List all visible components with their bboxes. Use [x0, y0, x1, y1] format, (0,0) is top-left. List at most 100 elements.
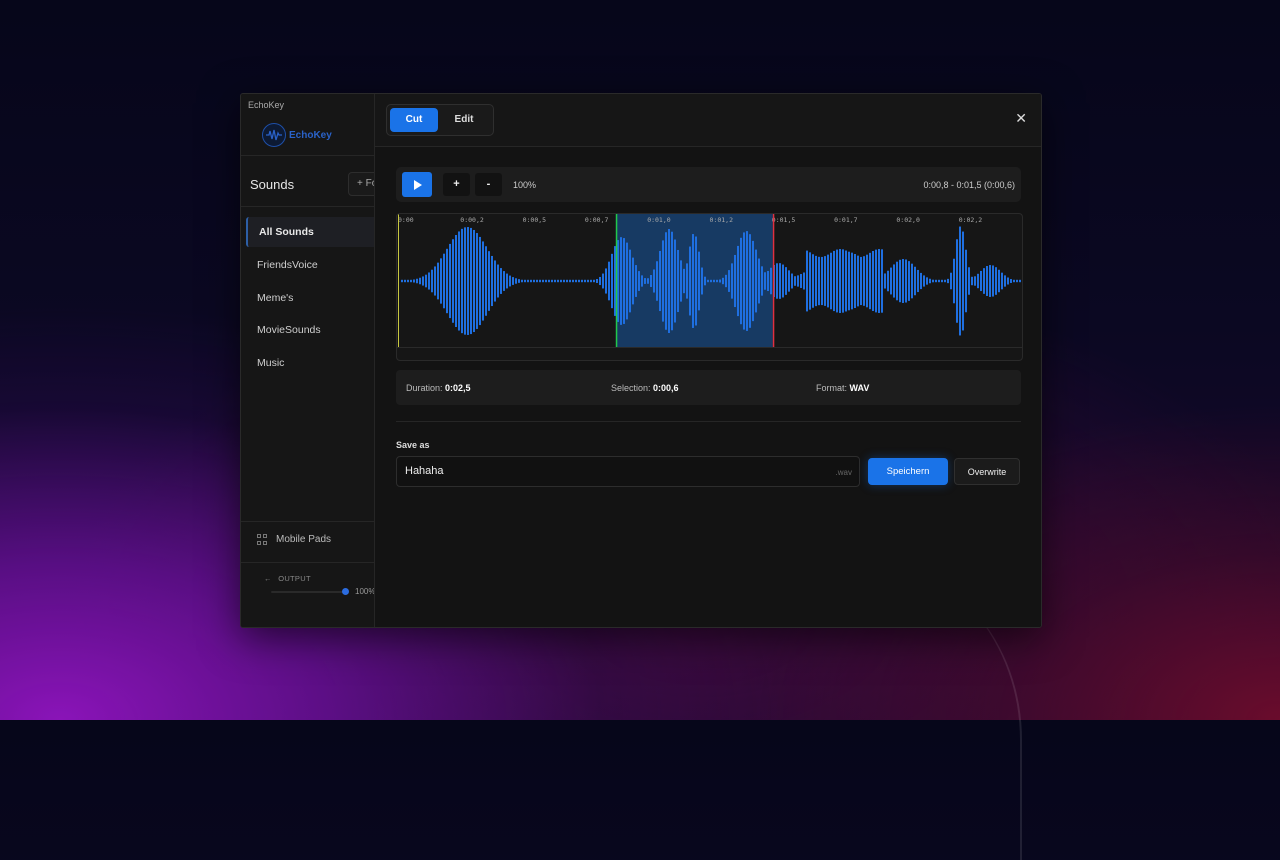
mobile-pads-button[interactable]: Mobile Pads [257, 534, 331, 545]
waveform-bar [503, 271, 505, 291]
waveform-bar [497, 264, 499, 298]
waveform-bar [653, 269, 655, 293]
waveform-bar [863, 256, 865, 306]
waveform-bar [476, 233, 478, 329]
selection-time-range: 0:00,8 - 0:01,5 (0:00,6) [923, 180, 1015, 190]
waveform-bar [887, 270, 889, 292]
waveform-bar [449, 243, 451, 319]
close-icon[interactable]: ✕ [1015, 110, 1027, 127]
waveform-bar [722, 277, 724, 285]
filename-input[interactable]: Hahaha .wav [396, 456, 860, 487]
waveform-bar [578, 279, 580, 283]
zoom-out-button[interactable]: - [475, 173, 502, 196]
waveform-bar [680, 260, 682, 302]
waveform-bar [695, 236, 697, 326]
tab-cut[interactable]: Cut [390, 108, 438, 132]
waveform-bar [821, 256, 823, 306]
selection-info: Selection: 0:00,6 [611, 383, 679, 393]
waveform-bar [956, 239, 958, 323]
waveform-bar [488, 251, 490, 311]
waveform-bar [845, 250, 847, 312]
waveform-bar [596, 279, 598, 283]
waveform-bar [701, 267, 703, 295]
waveform-bar [677, 249, 679, 313]
output-volume-thumb[interactable] [342, 588, 349, 595]
play-button[interactable] [402, 172, 432, 197]
duration-info: Duration: 0:02,5 [406, 383, 471, 393]
waveform-bar [608, 261, 610, 301]
waveform-bar [431, 269, 433, 293]
waveform-bar [443, 253, 445, 309]
waveform-bar [572, 279, 574, 283]
time-tick-label: 0:00 [398, 216, 414, 224]
waveform-bar [446, 248, 448, 314]
waveform-bar [779, 263, 781, 299]
waveform-bar [545, 279, 547, 283]
waveform-bar [410, 279, 412, 283]
category-memes[interactable]: Meme's [246, 283, 374, 313]
selection-start-marker [615, 214, 618, 347]
output-volume-slider[interactable] [271, 591, 343, 593]
waveform-bar [440, 258, 442, 304]
waveform-bar [812, 254, 814, 308]
waveform-bar [902, 259, 904, 303]
waveform-bar [980, 270, 982, 292]
waveform-bar [947, 278, 949, 284]
waveform-bar [491, 255, 493, 307]
waveform-bar [896, 261, 898, 301]
waveform-bar [686, 263, 688, 299]
add-folder-button[interactable]: + Folder [348, 172, 374, 196]
waveform-bar [965, 249, 967, 313]
waveform-bar [806, 250, 808, 312]
waveform-bar [647, 278, 649, 284]
waveform-bar [719, 279, 721, 283]
waveform-bar [911, 263, 913, 299]
waveform-bar [914, 266, 916, 296]
waveform-bar [614, 246, 616, 316]
category-all-sounds[interactable]: All Sounds [246, 217, 374, 247]
waveform-bar [776, 263, 778, 299]
waveform-bar [662, 240, 664, 322]
waveform-bar [530, 279, 532, 283]
waveform-bar [974, 276, 976, 286]
selection-value: 0:00,6 [653, 383, 679, 393]
waveform-bar [593, 279, 595, 283]
waveform-bar [764, 272, 766, 290]
tab-edit[interactable]: Edit [440, 108, 488, 132]
category-music[interactable]: Music [246, 348, 374, 378]
info-bar: Duration: 0:02,5 Selection: 0:00,6 Forma… [396, 370, 1021, 405]
waveform-bar [461, 228, 463, 334]
time-tick-label: 0:02,0 [896, 216, 920, 224]
waveform-bar [866, 254, 868, 308]
waveform-bar [755, 249, 757, 313]
waveform-bar [803, 272, 805, 290]
waveform-bar [626, 242, 628, 320]
save-as-label: Save as [396, 440, 430, 450]
waveform-bar [554, 279, 556, 283]
mode-tabs: Cut Edit [386, 104, 494, 136]
waveform-bar [929, 278, 931, 284]
sounds-heading: Sounds [250, 177, 295, 192]
waveform-bar [548, 279, 550, 283]
waveform-bar [890, 267, 892, 295]
waveform-bar [875, 249, 877, 313]
waveform-panel[interactable]: 0:00 0:00,2 0:00,5 0:00,7 0:01,0 0:01,2 0:01,5… [396, 213, 1023, 361]
time-tick-label: 0:01,7 [834, 216, 858, 224]
waveform-display[interactable]: 0:00 0:00,2 0:00,5 0:00,7 0:01,0 0:01,2 0:01,5… [397, 214, 1022, 360]
waveform-bar [917, 269, 919, 293]
waveform-bar [422, 276, 424, 286]
waveform-bar [923, 275, 925, 287]
overwrite-button[interactable]: Overwrite [954, 458, 1020, 485]
category-friendsvoice[interactable]: FriendsVoice [246, 250, 374, 280]
category-moviesounds[interactable]: MovieSounds [246, 315, 374, 345]
waveform-bar [635, 265, 637, 297]
waveform-bar [692, 234, 694, 328]
grid-icon [257, 534, 268, 545]
zoom-in-button[interactable]: + [443, 173, 470, 196]
waveform-bar [638, 271, 640, 291]
save-button[interactable]: Speichern [868, 458, 948, 485]
waveform-bar [644, 278, 646, 284]
waveform-bar [629, 249, 631, 313]
divider [241, 206, 374, 207]
waveform-bar [707, 279, 709, 283]
